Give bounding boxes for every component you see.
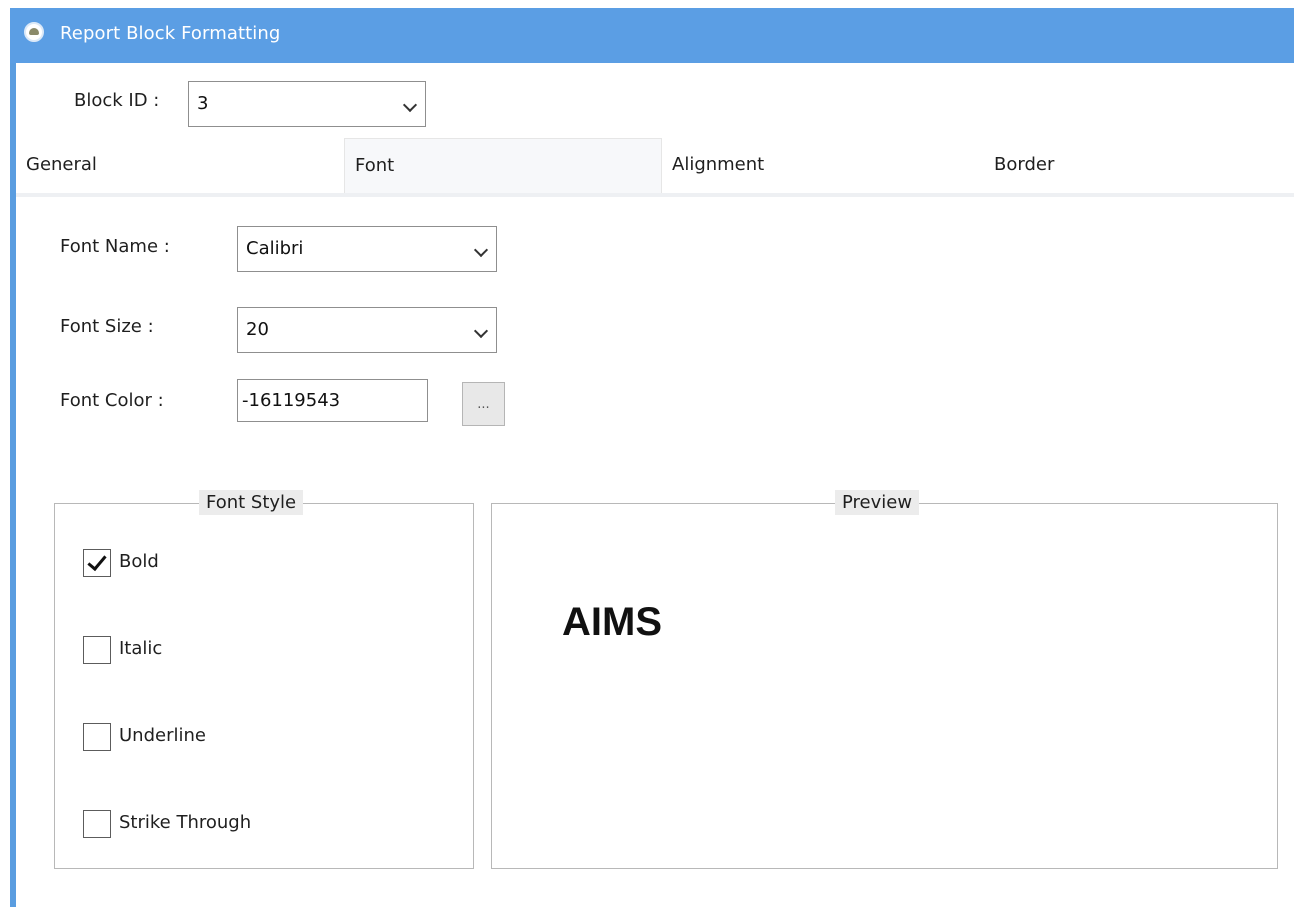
- tab-border[interactable]: Border: [984, 138, 1294, 194]
- tab-border-label: Border: [994, 154, 1055, 175]
- tab-font-label: Font: [355, 155, 395, 176]
- checkbox-box: [83, 636, 111, 664]
- font-name-select[interactable]: Calibri: [237, 226, 497, 272]
- preview-title: Preview: [835, 490, 920, 515]
- tab-alignment-label: Alignment: [672, 154, 765, 175]
- tab-general[interactable]: General: [16, 138, 344, 194]
- block-id-label: Block ID :: [74, 90, 160, 111]
- font-style-group: Font Style Bold Italic Underline Strike …: [54, 490, 474, 869]
- checkbox-box: [83, 549, 111, 577]
- chevron-down-icon: [473, 323, 489, 339]
- strike-through-label: Strike Through: [119, 812, 252, 833]
- font-size-select[interactable]: 20: [237, 307, 497, 353]
- window-title: Report Block Formatting: [60, 23, 281, 44]
- font-color-value: -16119543: [242, 390, 341, 411]
- tab-font[interactable]: Font: [344, 138, 662, 194]
- chevron-down-icon: [402, 97, 418, 113]
- chevron-down-icon: [473, 242, 489, 258]
- title-bar: Report Block Formatting: [10, 8, 1294, 63]
- underline-label: Underline: [119, 725, 206, 746]
- font-color-input[interactable]: -16119543: [237, 379, 428, 422]
- tab-alignment[interactable]: Alignment: [662, 138, 984, 194]
- app-icon: [24, 22, 44, 42]
- preview-sample-text: AIMS: [562, 600, 662, 644]
- font-color-picker-button[interactable]: ...: [462, 382, 505, 426]
- font-style-title: Font Style: [199, 490, 304, 515]
- preview-group: Preview AIMS: [491, 490, 1278, 869]
- block-id-select[interactable]: 3: [188, 81, 426, 127]
- font-name-label: Font Name :: [60, 236, 170, 257]
- font-color-label: Font Color :: [60, 390, 164, 411]
- bold-label: Bold: [119, 551, 159, 572]
- font-size-label: Font Size :: [60, 316, 154, 337]
- font-size-value: 20: [246, 319, 269, 340]
- tab-general-label: General: [26, 154, 97, 175]
- checkbox-box: [83, 723, 111, 751]
- font-name-value: Calibri: [246, 238, 304, 259]
- tab-strip: General Font Alignment Border: [16, 138, 1294, 194]
- checkbox-box: [83, 810, 111, 838]
- block-id-value: 3: [197, 93, 209, 114]
- report-block-formatting-window: Report Block Formatting Block ID : 3 Gen…: [10, 8, 1294, 907]
- checkmark-icon: [87, 550, 107, 572]
- italic-label: Italic: [119, 638, 163, 659]
- tab-divider: [16, 193, 1294, 197]
